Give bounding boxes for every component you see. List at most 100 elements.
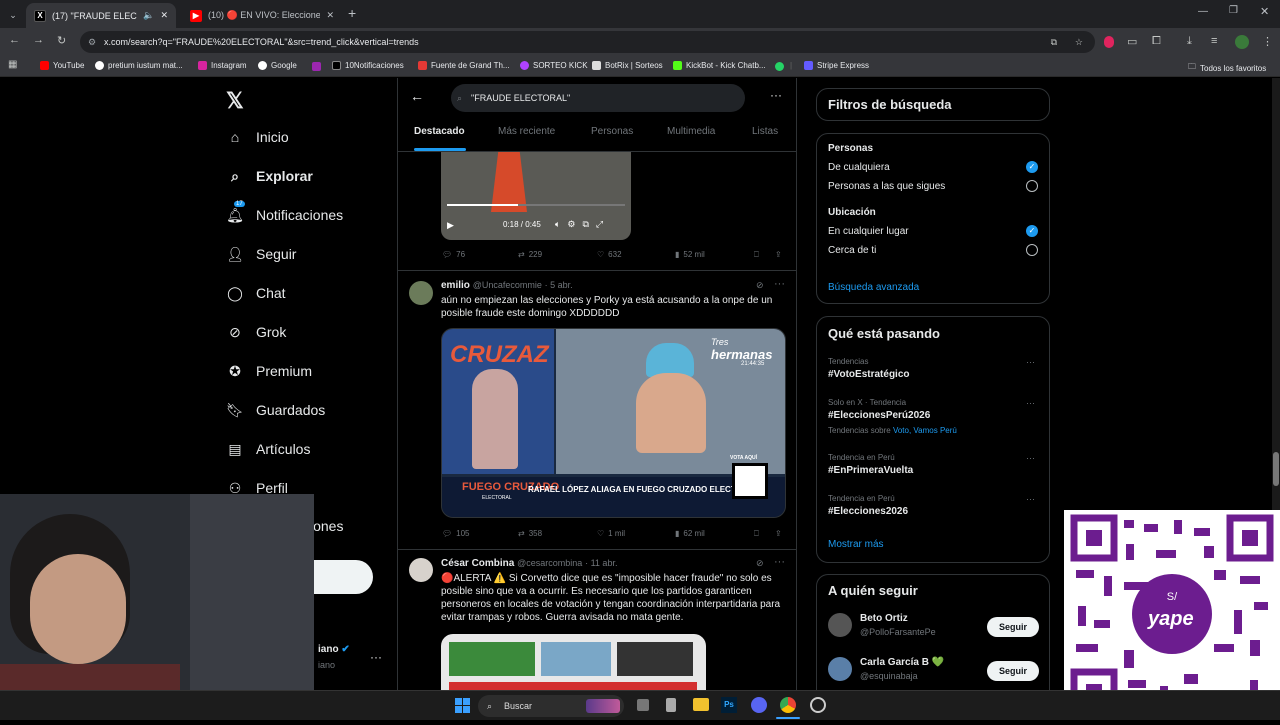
author-handle[interactable]: @cesarcombina [517, 558, 582, 568]
views-count[interactable]: ▮ 52 mil [675, 250, 705, 259]
share-button[interactable]: ⇪ [775, 529, 782, 538]
author-name[interactable]: emilio [441, 280, 470, 291]
trend-item[interactable]: #EnPrimeraVuelta [828, 465, 913, 476]
avatar[interactable] [828, 657, 852, 681]
photoshop-icon[interactable]: Ps [721, 697, 737, 713]
install-app-icon[interactable]: ⧉ [1051, 31, 1057, 53]
avatar[interactable] [1235, 35, 1249, 49]
grok-icon[interactable]: ⊘ [756, 280, 764, 291]
like-button[interactable]: ♡ 632 [597, 250, 622, 259]
author-name[interactable]: César Combina [441, 558, 514, 569]
forward-arrow-icon[interactable]: → [33, 34, 44, 46]
kebab-menu-icon[interactable]: ⋮ [1262, 35, 1273, 48]
whatsapp-icon[interactable] [775, 62, 784, 71]
radio-empty-icon[interactable] [1026, 180, 1038, 192]
close-icon[interactable]: ✕ [326, 10, 334, 21]
advanced-search-link[interactable]: Búsqueda avanzada [828, 282, 919, 293]
bookmark-button[interactable]: ⎕ [754, 250, 759, 260]
sidebar-item-articulos[interactable]: ▤ Artículos [226, 440, 310, 458]
post-image[interactable] [441, 634, 706, 690]
grok-icon[interactable]: ⊘ [756, 558, 764, 569]
speaker-icon[interactable]: 🔈 [143, 10, 154, 21]
account-menu-icon[interactable]: ··· [370, 650, 382, 664]
avatar[interactable] [409, 558, 433, 582]
more-options-icon[interactable]: ··· [1026, 357, 1035, 367]
trend-item[interactable]: #Elecciones2026 [828, 506, 908, 517]
video-progress-bar[interactable] [447, 204, 625, 206]
tab-search-button[interactable]: ⌄ [4, 3, 22, 28]
filter-option-following[interactable]: Personas a las que sigues [828, 181, 945, 192]
like-button[interactable]: ♡ 1 mil [597, 529, 625, 538]
more-options-icon[interactable]: ··· [1026, 398, 1035, 408]
sidebar-item-grok[interactable]: ⊘ Grok [226, 323, 286, 341]
tab-multimedia[interactable]: Multimedia [667, 126, 715, 137]
follow-button[interactable]: Seguir [987, 661, 1039, 681]
check-icon[interactable]: ✓ [1026, 161, 1038, 173]
reply-button[interactable]: 💬︎ 76 [442, 250, 465, 259]
address-bar[interactable]: ⚙ x.com/search?q="FRAUDE%20ELECTORAL"&sr… [80, 31, 1095, 53]
bookmark-icon[interactable] [312, 62, 321, 71]
sidebar-item-explorar[interactable]: ⌕ Explorar [226, 167, 313, 185]
taskbar-search[interactable]: ⌕ Buscar [478, 695, 624, 717]
search-input[interactable]: ⌕ "FRAUDE ELECTORAL" [451, 84, 745, 112]
media-icon[interactable]: ≡ [1211, 35, 1217, 47]
check-icon[interactable]: ✓ [1026, 225, 1038, 237]
x-logo-icon[interactable]: 𝕏 [226, 88, 244, 114]
trend-item[interactable]: #EleccionesPerú2026 [828, 410, 930, 421]
close-icon[interactable]: ✕ [160, 10, 168, 21]
reload-icon[interactable]: ↻ [57, 34, 66, 47]
account-name[interactable]: iano ✔ [318, 644, 350, 655]
tab-destacado[interactable]: Destacado [414, 126, 465, 137]
more-options-icon[interactable]: ··· [774, 278, 785, 290]
bookmark-fuente[interactable]: Fuente de Grand Th... [418, 61, 510, 70]
tab-mas-reciente[interactable]: Más reciente [498, 126, 555, 137]
post-date[interactable]: · 11 abr. [585, 558, 617, 568]
more-options-icon[interactable]: ··· [1026, 453, 1035, 463]
sidebar-item-premium[interactable]: ✪ Premium [226, 362, 312, 380]
download-icon[interactable]: ⤓ [1187, 35, 1192, 48]
bookmark-pretium[interactable]: pretium iustum mat... [95, 61, 183, 70]
restore-button[interactable]: ❐ [1229, 5, 1238, 16]
sidebar-item-chat[interactable]: ◯ Chat [226, 284, 285, 302]
more-options-icon[interactable]: ··· [1026, 494, 1035, 504]
new-tab-button[interactable]: + [348, 5, 356, 21]
all-bookmarks[interactable]: 🗀 Todos los favoritos [1188, 61, 1266, 75]
reply-button[interactable]: 💬︎ 105 [442, 529, 470, 538]
more-options-icon[interactable]: ··· [774, 556, 785, 568]
repost-button[interactable]: ⇄ 229 [518, 250, 542, 259]
video-player[interactable]: ▶ 0:18 / 0:45 🔈︎⚙⧉⤢ [441, 152, 631, 240]
task-view-icon[interactable] [637, 699, 649, 711]
file-explorer-icon[interactable] [693, 698, 709, 711]
chrome-icon[interactable] [780, 697, 796, 713]
post-button[interactable] [305, 560, 373, 594]
app-icon[interactable] [666, 698, 676, 712]
windows-start-icon[interactable] [455, 698, 470, 713]
repost-button[interactable]: ⇄ 358 [518, 529, 542, 538]
back-arrow-icon[interactable]: ← [410, 88, 424, 104]
radio-empty-icon[interactable] [1026, 244, 1038, 256]
tab-fraude-electoral[interactable]: X (17) "FRAUDE ELECTORAL" 🔈 ✕ [26, 3, 176, 28]
bookmark-google[interactable]: Google [258, 61, 297, 70]
bookmark-botrix[interactable]: BotRix | Sorteos [592, 61, 663, 70]
filter-option-anywhere[interactable]: En cualquier lugar [828, 226, 909, 237]
discord-icon[interactable] [751, 697, 767, 713]
trend-item[interactable]: #VotoEstratégico [828, 369, 910, 380]
author-handle[interactable]: @Uncafecommie [473, 280, 542, 290]
tab-en-vivo[interactable]: ▶ (10) 🔴 EN VIVO: Elecciones Ge ✕ [182, 3, 342, 28]
sidebar-item-notificaciones[interactable]: 🔔︎ 17 Notificaciones [226, 201, 343, 224]
minimize-button[interactable]: — [1198, 6, 1208, 17]
star-icon[interactable]: ☆ [1075, 31, 1083, 53]
bookmark-button[interactable]: ⎕ [754, 529, 759, 539]
scrollbar-thumb[interactable] [1273, 452, 1279, 486]
video-controls-icons[interactable]: 🔈︎⚙⧉⤢ [555, 219, 610, 230]
tab-listas[interactable]: Listas [752, 126, 778, 137]
app-icon[interactable] [810, 697, 826, 713]
filter-option-anyone[interactable]: De cualquiera [828, 162, 890, 173]
sidebar-item-seguir[interactable]: 👤︎ Seguir [226, 245, 296, 263]
avatar[interactable] [409, 281, 433, 305]
extension-icon[interactable]: ▭ [1127, 35, 1137, 48]
bookmark-sorteo-kick[interactable]: SORTEO KICK [520, 61, 588, 70]
bookmark-10notificaciones[interactable]: 10Notificaciones [332, 61, 404, 70]
tab-personas[interactable]: Personas [591, 126, 633, 137]
play-icon[interactable]: ▶ [447, 220, 454, 231]
